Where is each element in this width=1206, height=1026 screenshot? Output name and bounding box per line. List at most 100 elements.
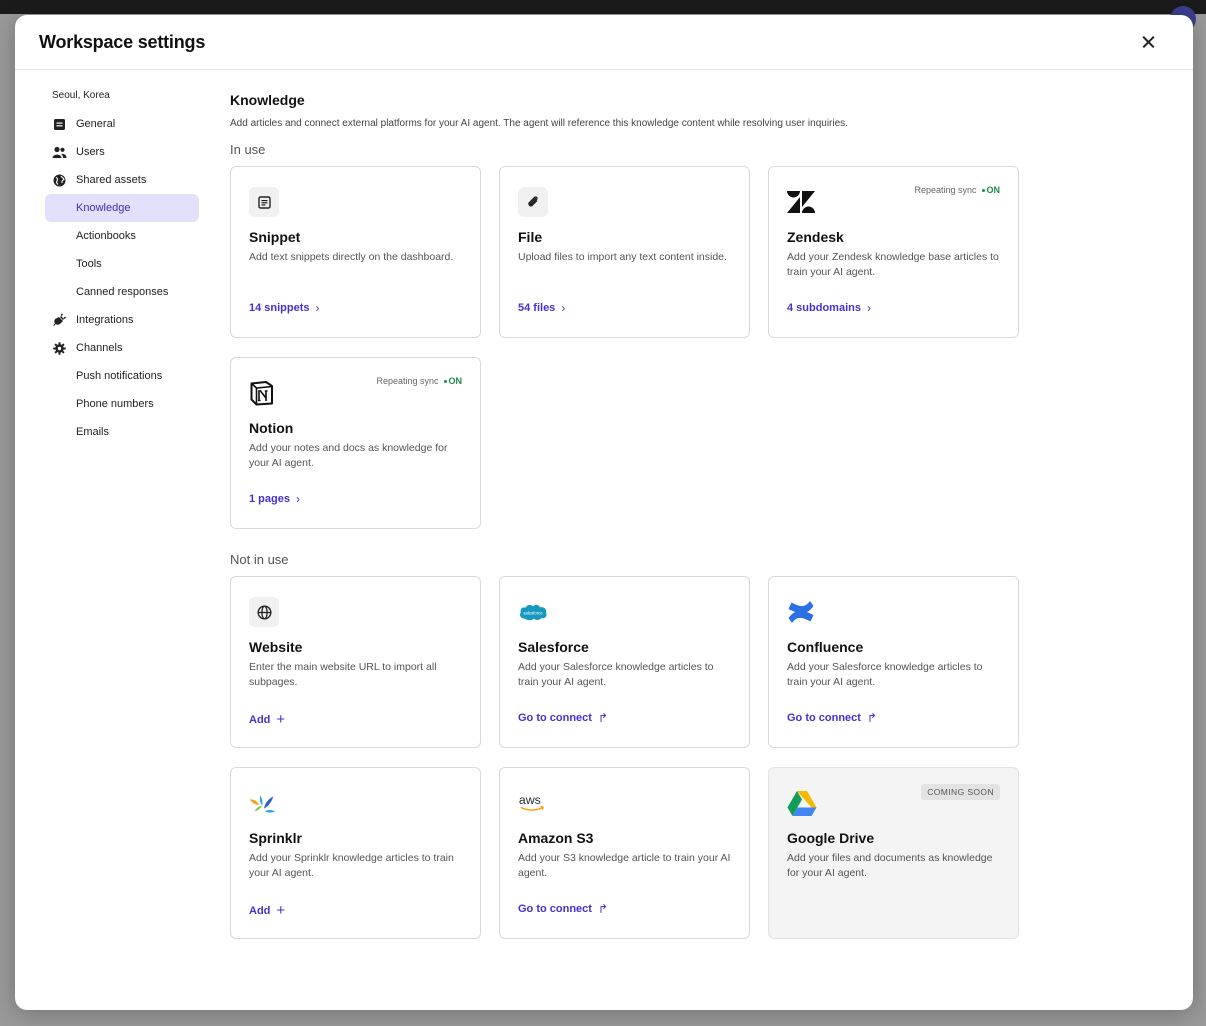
external-arrow-icon: ↱ <box>866 711 878 725</box>
globe-icon <box>249 597 279 627</box>
main-content: Knowledge Add articles and connect exter… <box>230 87 1170 939</box>
not-in-use-grid: Website Enter the main website URL to im… <box>230 576 1170 939</box>
link-label: Go to connect <box>518 903 592 915</box>
link-label: 1 pages <box>249 493 290 505</box>
paperclip-icon <box>518 187 548 217</box>
aws-logo-text: aws <box>519 793 541 807</box>
sidebar-item-users[interactable]: Users <box>45 138 199 166</box>
card-title: Confluence <box>787 639 864 655</box>
card-title: Website <box>249 639 303 655</box>
go-to-connect-link[interactable]: Go to connect ↱ <box>787 711 877 725</box>
sidebar-item-label: Push notifications <box>76 370 163 382</box>
add-website-link[interactable]: Add + <box>249 711 285 728</box>
sidebar-item-tools[interactable]: Tools <box>45 250 199 278</box>
link-label: Go to connect <box>518 712 592 724</box>
card-google-drive: COMING SOON Google Drive Add your files … <box>768 767 1019 939</box>
card-notion[interactable]: Repeating sync ON Notion Add your notes … <box>230 357 481 529</box>
sync-status-text: ON <box>986 185 1001 195</box>
chevron-right-icon: › <box>866 301 871 315</box>
snippet-icon <box>249 187 279 217</box>
sidebar-item-push-notifications[interactable]: Push notifications <box>45 362 199 390</box>
workspace-settings-modal: Workspace settings Seoul, Korea General … <box>15 15 1193 1010</box>
card-title: File <box>518 229 543 245</box>
card-description: Add your Sprinklr knowledge articles to … <box>249 852 454 879</box>
sync-status: ON <box>981 185 1001 195</box>
sidebar-item-emails[interactable]: Emails <box>45 418 199 446</box>
card-zendesk[interactable]: Repeating sync ON Zendesk Add your Zende… <box>768 166 1019 338</box>
modal-header: Workspace settings <box>15 15 1193 70</box>
salesforce-logo-text: salesforce <box>523 610 543 615</box>
card-description: Add your Salesforce knowledge articles t… <box>518 661 714 688</box>
go-to-connect-link[interactable]: Go to connect ↱ <box>518 902 608 916</box>
sidebar-item-actionbooks[interactable]: Actionbooks <box>45 222 199 250</box>
pages-link[interactable]: 1 pages › <box>249 492 300 506</box>
users-icon <box>52 145 67 160</box>
confluence-logo <box>787 597 817 627</box>
card-title: Snippet <box>249 229 301 245</box>
plug-icon <box>52 312 67 328</box>
sidebar-item-integrations[interactable]: Integrations <box>45 306 199 334</box>
sync-label: Repeating sync <box>376 376 439 386</box>
coming-soon-badge: COMING SOON <box>921 784 1000 800</box>
sidebar-item-label: Shared assets <box>76 174 147 186</box>
in-use-grid: Snippet Add text snippets directly on th… <box>230 166 1170 529</box>
card-title: Zendesk <box>787 229 844 245</box>
link-label: 54 files <box>518 302 556 314</box>
sync-label: Repeating sync <box>914 185 977 195</box>
link-label: Add <box>249 713 271 726</box>
section-title-in-use: In use <box>230 142 266 157</box>
card-amazon-s3[interactable]: aws Amazon S3 Add your S3 knowledge arti… <box>499 767 750 939</box>
go-to-connect-link[interactable]: Go to connect ↱ <box>518 711 608 725</box>
settings-sidebar: Seoul, Korea General Users Shared assets… <box>45 87 205 446</box>
link-label: Go to connect <box>787 712 861 724</box>
sync-badge: Repeating sync ON <box>914 185 1000 195</box>
card-website[interactable]: Website Enter the main website URL to im… <box>230 576 481 748</box>
card-confluence[interactable]: Confluence Add your Salesforce knowledge… <box>768 576 1019 748</box>
chevron-right-icon: › <box>561 301 566 315</box>
aws-logo: aws <box>518 788 548 818</box>
sync-badge: Repeating sync ON <box>376 376 462 386</box>
section-title-not-in-use: Not in use <box>230 552 289 567</box>
sidebar-item-phone-numbers[interactable]: Phone numbers <box>45 390 199 418</box>
chevron-right-icon: › <box>295 492 300 506</box>
add-sprinklr-link[interactable]: Add + <box>249 902 285 919</box>
card-snippet[interactable]: Snippet Add text snippets directly on th… <box>230 166 481 338</box>
card-sprinklr[interactable]: Sprinklr Add your Sprinklr knowledge art… <box>230 767 481 939</box>
chevron-right-icon: › <box>315 301 320 315</box>
card-description: Add your S3 knowledge article to train y… <box>518 852 731 879</box>
google-drive-logo <box>787 788 817 818</box>
globe-icon <box>52 173 67 188</box>
card-salesforce[interactable]: salesforce Salesforce Add your Salesforc… <box>499 576 750 748</box>
sync-status: ON <box>443 376 463 386</box>
sidebar-item-shared-assets[interactable]: Shared assets <box>45 166 199 194</box>
sidebar-item-label: Channels <box>76 342 123 354</box>
card-description: Add your Zendesk knowledge base articles… <box>787 251 999 278</box>
sidebar-item-label: General <box>76 118 116 130</box>
card-title: Sprinklr <box>249 830 302 846</box>
sidebar-item-label: Canned responses <box>76 286 169 298</box>
sidebar-item-label: Emails <box>76 426 110 438</box>
modal-title: Workspace settings <box>39 31 206 52</box>
sidebar-item-knowledge[interactable]: Knowledge <box>45 194 199 222</box>
card-description: Add your notes and docs as knowledge for… <box>249 442 448 469</box>
close-icon[interactable] <box>1137 30 1161 54</box>
card-description: Enter the main website URL to import all… <box>249 661 437 688</box>
files-link[interactable]: 54 files › <box>518 301 565 315</box>
card-file[interactable]: File Upload files to import any text con… <box>499 166 750 338</box>
sidebar-item-label: Users <box>76 146 105 158</box>
card-description: Upload files to import any text content … <box>518 251 727 263</box>
sidebar-item-label: Integrations <box>76 314 134 326</box>
snippets-link[interactable]: 14 snippets › <box>249 301 320 315</box>
sidebar-item-general[interactable]: General <box>45 110 199 138</box>
card-title: Amazon S3 <box>518 830 594 846</box>
subdomains-link[interactable]: 4 subdomains › <box>787 301 871 315</box>
card-description: Add your files and documents as knowledg… <box>787 852 993 879</box>
link-label: 14 snippets <box>249 302 310 314</box>
zendesk-logo <box>787 187 817 217</box>
sidebar-item-channels[interactable]: Channels <box>45 334 199 362</box>
link-label: Add <box>249 904 271 917</box>
sidebar-item-canned-responses[interactable]: Canned responses <box>45 278 199 306</box>
sync-status-text: ON <box>448 376 463 386</box>
external-arrow-icon: ↱ <box>597 902 609 916</box>
card-description: Add your Salesforce knowledge articles t… <box>787 661 983 688</box>
